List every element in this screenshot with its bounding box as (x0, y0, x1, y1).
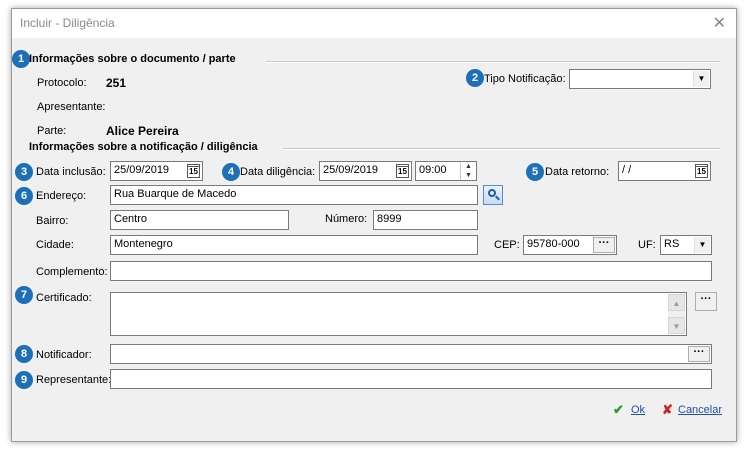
calendar-icon[interactable]: 15 (695, 164, 708, 178)
tipo-notificacao-label: Tipo Notificação: (484, 73, 566, 85)
endereco-value: Rua Buarque de Macedo (114, 188, 237, 200)
cidade-label: Cidade: (36, 239, 74, 251)
badge-8: 8 (15, 345, 33, 363)
cidade-field[interactable]: Montenegro (110, 235, 478, 255)
section-divider (266, 61, 720, 63)
badge-6: 6 (15, 187, 33, 205)
data-diligencia-field[interactable]: 25/09/2019 15 (319, 161, 412, 181)
calendar-icon[interactable]: 15 (396, 164, 409, 178)
dialog-window: Incluir - Diligência ✕ 1 Informações sob… (11, 8, 737, 442)
certificado-browse-button[interactable]: ··· (695, 292, 717, 311)
search-icon-handle (495, 195, 500, 201)
hora-diligencia-value: 09:00 (419, 164, 447, 176)
scroll-up-icon[interactable]: ▲ (668, 294, 685, 311)
bairro-field[interactable]: Centro (110, 210, 289, 230)
uf-value: RS (664, 238, 680, 250)
numero-value: 8999 (377, 213, 402, 225)
data-inclusao-label: Data inclusão: (36, 166, 106, 178)
notificador-field[interactable]: ··· (110, 344, 712, 364)
data-retorno-field[interactable]: / / 15 (618, 161, 711, 181)
section-title-documento: Informações sobre o documento / parte (29, 53, 236, 65)
complemento-field[interactable] (110, 261, 712, 281)
tipo-notificacao-select[interactable]: ▼ (569, 69, 711, 89)
ok-button[interactable]: Ok (631, 404, 645, 416)
parte-label: Parte: (37, 125, 67, 137)
cep-field[interactable]: 95780-000 ··· (523, 235, 617, 255)
endereco-label: Endereço: (36, 190, 87, 202)
spin-down-icon[interactable]: ▼ (461, 171, 476, 180)
badge-9: 9 (15, 371, 33, 389)
data-diligencia-value: 25/09/2019 (323, 164, 379, 176)
chevron-down-icon[interactable]: ▼ (693, 71, 709, 87)
complemento-label: Complemento: (36, 266, 108, 278)
calendar-icon[interactable]: 15 (187, 164, 200, 178)
ok-icon: ✔ (613, 402, 624, 417)
cep-value: 95780-000 (527, 238, 580, 250)
more-dots-icon[interactable]: ··· (688, 346, 710, 362)
parte-value: Alice Pereira (106, 124, 179, 138)
title-bar: Incluir - Diligência ✕ (12, 9, 736, 38)
data-diligencia-label: Data diligência: (240, 166, 316, 178)
badge-7: 7 (15, 286, 33, 304)
cancel-button[interactable]: Cancelar (678, 404, 722, 416)
chevron-down-icon[interactable]: ▼ (694, 237, 710, 253)
uf-label: UF: (638, 239, 656, 251)
cidade-value: Montenegro (114, 238, 173, 250)
certificado-label: Certificado: (36, 292, 92, 304)
numero-field[interactable]: 8999 (373, 210, 478, 230)
endereco-field[interactable]: Rua Buarque de Macedo (110, 185, 478, 205)
cep-label: CEP: (494, 239, 520, 251)
uf-select[interactable]: RS ▼ (660, 235, 712, 255)
certificado-scrollbar[interactable]: ▲ ▼ (668, 294, 685, 334)
certificado-textarea[interactable]: ▲ ▼ (110, 292, 687, 336)
close-icon[interactable]: ✕ (713, 13, 726, 33)
apresentante-label: Apresentante: (37, 101, 106, 113)
scroll-down-icon[interactable]: ▼ (668, 317, 685, 334)
badge-4: 4 (222, 163, 240, 181)
badge-1: 1 (12, 50, 30, 68)
representante-label: Representante: (36, 374, 112, 386)
data-inclusao-field[interactable]: 25/09/2019 15 (110, 161, 203, 181)
spinner[interactable]: ▲ ▼ (460, 162, 476, 180)
more-dots-icon[interactable]: ··· (593, 237, 615, 253)
data-retorno-value: / / (622, 164, 632, 176)
representante-field[interactable] (110, 369, 712, 389)
section-divider (283, 148, 720, 150)
search-address-button[interactable] (483, 185, 503, 205)
spin-up-icon[interactable]: ▲ (461, 162, 476, 171)
protocolo-label: Protocolo: (37, 77, 87, 89)
badge-5: 5 (526, 163, 544, 181)
window-title: Incluir - Diligência (20, 16, 115, 30)
section-title-notificacao: Informações sobre a notificação / diligê… (29, 141, 258, 153)
protocolo-value: 251 (106, 76, 127, 90)
hora-diligencia-field[interactable]: 09:00 ▲ ▼ (415, 161, 477, 181)
bairro-label: Bairro: (36, 215, 69, 227)
bairro-value: Centro (114, 213, 148, 225)
cancel-icon: ✘ (662, 402, 673, 417)
badge-2: 2 (466, 69, 484, 87)
notificador-label: Notificador: (36, 349, 92, 361)
badge-3: 3 (15, 163, 33, 181)
data-retorno-label: Data retorno: (545, 166, 610, 178)
numero-label: Número: (325, 213, 368, 225)
data-inclusao-value: 25/09/2019 (114, 164, 170, 176)
